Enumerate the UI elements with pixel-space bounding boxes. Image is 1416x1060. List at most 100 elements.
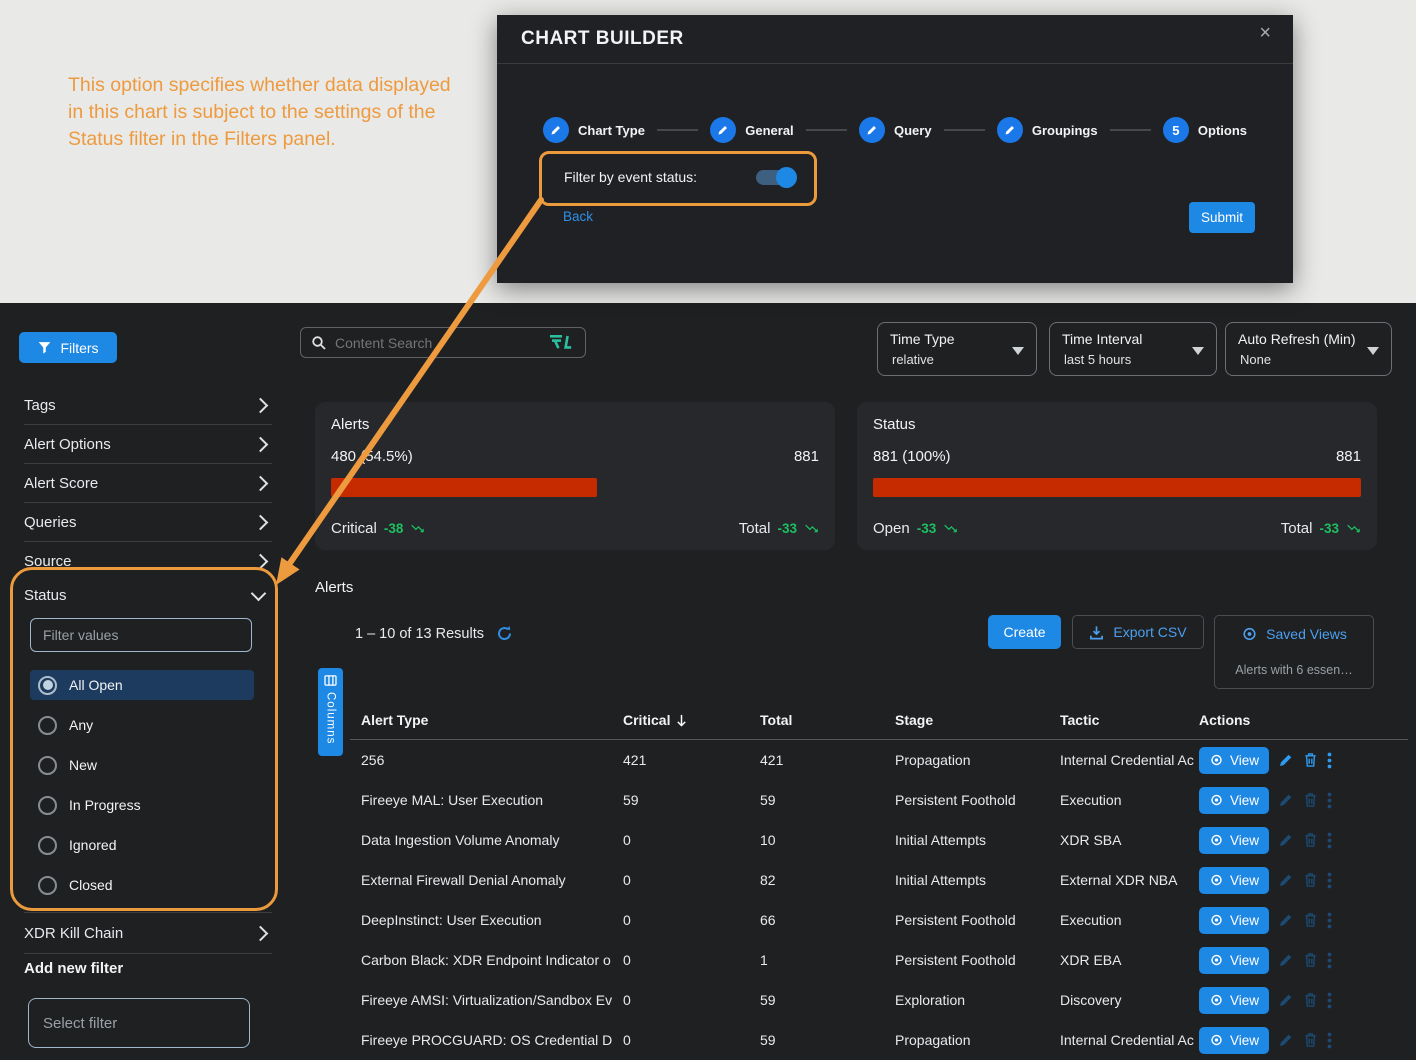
- edit-icon[interactable]: [1278, 872, 1294, 888]
- edit-icon[interactable]: [1278, 792, 1294, 808]
- create-button[interactable]: Create: [988, 615, 1061, 649]
- column-header-actions[interactable]: Actions: [1199, 712, 1408, 728]
- delete-icon[interactable]: [1303, 752, 1318, 768]
- column-header-tactic[interactable]: Tactic: [1060, 712, 1199, 728]
- radio-button[interactable]: [38, 716, 57, 735]
- trending-down-icon: [1346, 521, 1361, 536]
- results-count: 1 – 10 of 13 Results: [355, 626, 484, 642]
- time-interval-dropdown[interactable]: Time Interval last 5 hours: [1049, 322, 1217, 376]
- status-row[interactable]: Status: [24, 576, 272, 614]
- edit-icon[interactable]: [1278, 912, 1294, 928]
- radio-button[interactable]: [38, 676, 57, 695]
- open-trend: Open -33: [873, 520, 958, 537]
- back-link[interactable]: Back: [563, 209, 593, 224]
- pencil-icon: [859, 117, 885, 143]
- sidebar-item-alert-score[interactable]: Alert Score: [24, 464, 272, 503]
- table-row: 256421421PropagationInternal Credential …: [350, 740, 1416, 780]
- more-options-icon[interactable]: [1327, 872, 1332, 889]
- view-button[interactable]: View: [1199, 1027, 1269, 1054]
- radio-button[interactable]: [38, 836, 57, 855]
- edit-icon[interactable]: [1278, 752, 1294, 768]
- delete-icon[interactable]: [1303, 912, 1318, 928]
- view-button[interactable]: View: [1199, 787, 1269, 814]
- delete-icon[interactable]: [1303, 1032, 1318, 1048]
- status-option-label: All Open: [69, 677, 123, 693]
- column-header-stage[interactable]: Stage: [895, 712, 1060, 728]
- refresh-icon[interactable]: [496, 625, 513, 642]
- export-csv-label: Export CSV: [1113, 624, 1186, 640]
- status-option-closed[interactable]: Closed: [30, 870, 254, 900]
- sidebar-item-tags[interactable]: Tags: [24, 386, 272, 425]
- edit-icon[interactable]: [1278, 992, 1294, 1008]
- view-button[interactable]: View: [1199, 867, 1269, 894]
- filter-values-input[interactable]: [30, 618, 252, 652]
- more-options-icon[interactable]: [1327, 1032, 1332, 1049]
- more-options-icon[interactable]: [1327, 912, 1332, 929]
- sidebar-item-label: Alert Options: [24, 436, 111, 453]
- more-options-icon[interactable]: [1327, 832, 1332, 849]
- filter-by-event-status-toggle[interactable]: [756, 170, 794, 185]
- radio-button[interactable]: [38, 756, 57, 775]
- sidebar-item-alert-options[interactable]: Alert Options: [24, 425, 272, 464]
- edit-icon[interactable]: [1278, 1032, 1294, 1048]
- view-button[interactable]: View: [1199, 827, 1269, 854]
- time-type-dropdown[interactable]: Time Type relative: [877, 322, 1037, 376]
- search-input[interactable]: [333, 334, 543, 352]
- table-row: Carbon Black: XDR Endpoint Indicator o01…: [350, 940, 1416, 980]
- edit-icon[interactable]: [1278, 832, 1294, 848]
- stepper-step-query[interactable]: Query: [859, 117, 932, 143]
- status-label: Status: [24, 587, 67, 604]
- radio-button[interactable]: [38, 796, 57, 815]
- delete-icon[interactable]: [1303, 792, 1318, 808]
- brand-logo-icon: [549, 334, 575, 351]
- cell-tactic: XDR EBA: [1060, 952, 1199, 968]
- saved-views-button[interactable]: Saved Views Alerts with 6 essen…: [1214, 615, 1374, 689]
- status-option-all-open[interactable]: All Open: [30, 670, 254, 700]
- trend-label: Total: [739, 520, 771, 537]
- column-header-total[interactable]: Total: [760, 712, 895, 728]
- stepper-step-chart-type[interactable]: Chart Type: [543, 117, 645, 143]
- sidebar-item-xdr-kill-chain[interactable]: XDR Kill Chain: [24, 912, 272, 954]
- sidebar-item-queries[interactable]: Queries: [24, 503, 272, 542]
- stepper-step-groupings[interactable]: Groupings: [997, 117, 1098, 143]
- modal-title: CHART BUILDER: [521, 28, 684, 50]
- status-option-in-progress[interactable]: In Progress: [30, 790, 254, 820]
- edit-icon[interactable]: [1278, 952, 1294, 968]
- view-button-label: View: [1230, 833, 1259, 848]
- auto-refresh-dropdown[interactable]: Auto Refresh (Min) None: [1225, 322, 1392, 376]
- submit-button[interactable]: Submit: [1189, 202, 1255, 233]
- view-button[interactable]: View: [1199, 747, 1269, 774]
- sidebar-item-source[interactable]: Source: [24, 542, 272, 580]
- delete-icon[interactable]: [1303, 872, 1318, 888]
- status-option-any[interactable]: Any: [30, 710, 254, 740]
- eye-icon: [1209, 834, 1224, 846]
- trend-delta: -38: [384, 521, 404, 536]
- column-header-alert-type[interactable]: Alert Type: [361, 712, 623, 728]
- export-csv-button[interactable]: Export CSV: [1072, 615, 1204, 649]
- status-option-ignored[interactable]: Ignored: [30, 830, 254, 860]
- delete-icon[interactable]: [1303, 952, 1318, 968]
- delete-icon[interactable]: [1303, 832, 1318, 848]
- filters-button-label: Filters: [60, 340, 98, 356]
- columns-button[interactable]: Columns: [318, 668, 343, 756]
- status-option-new[interactable]: New: [30, 750, 254, 780]
- view-button[interactable]: View: [1199, 907, 1269, 934]
- stepper-step-general[interactable]: General: [710, 117, 793, 143]
- alerts-section-title: Alerts: [315, 579, 353, 596]
- cell-stage: Propagation: [895, 752, 1060, 768]
- close-icon[interactable]: ×: [1259, 23, 1271, 43]
- cell-stage: Persistent Foothold: [895, 912, 1060, 928]
- more-options-icon[interactable]: [1327, 992, 1332, 1009]
- select-filter-input[interactable]: [28, 998, 250, 1048]
- more-options-icon[interactable]: [1327, 792, 1332, 809]
- more-options-icon[interactable]: [1327, 952, 1332, 969]
- more-options-icon[interactable]: [1327, 752, 1332, 769]
- filters-button[interactable]: Filters: [19, 332, 117, 363]
- view-button[interactable]: View: [1199, 987, 1269, 1014]
- stepper-step-options[interactable]: 5Options: [1163, 117, 1247, 143]
- step-connector: [944, 129, 985, 131]
- radio-button[interactable]: [38, 876, 57, 895]
- column-header-critical[interactable]: Critical: [623, 712, 760, 728]
- view-button[interactable]: View: [1199, 947, 1269, 974]
- delete-icon[interactable]: [1303, 992, 1318, 1008]
